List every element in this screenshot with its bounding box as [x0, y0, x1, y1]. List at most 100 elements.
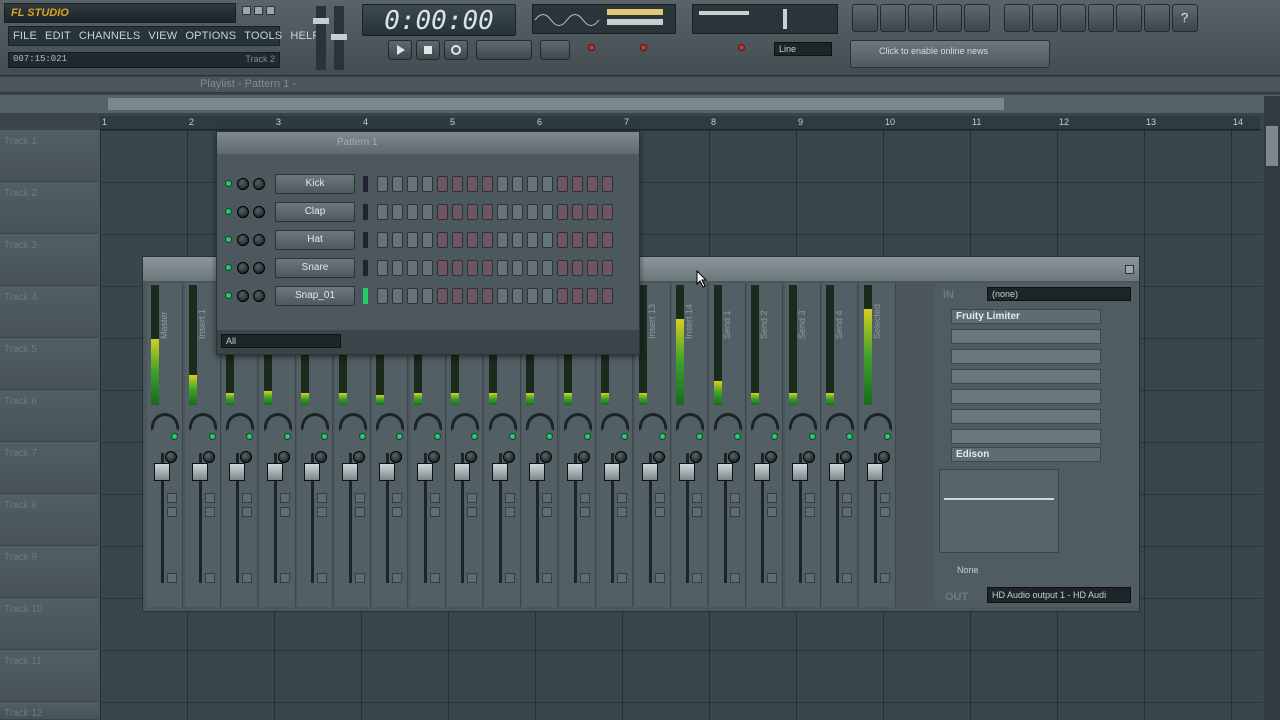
mixer-strip[interactable]: Send 3	[784, 283, 821, 607]
route-button[interactable]	[504, 507, 515, 517]
step-button[interactable]	[452, 288, 463, 304]
pattern-song-toggle[interactable]	[476, 40, 532, 60]
route-button[interactable]	[542, 507, 552, 517]
pan-knob[interactable]	[826, 413, 854, 431]
menu-tools[interactable]: TOOLS	[240, 27, 286, 45]
channel-enable-led[interactable]	[225, 208, 232, 215]
track-header[interactable]: Track 8	[0, 494, 98, 546]
route-button[interactable]	[617, 493, 627, 503]
mixer-strip-master[interactable]: Master	[147, 283, 183, 607]
step-button[interactable]	[557, 260, 568, 276]
volume-fader-handle[interactable]	[829, 463, 845, 481]
step-button[interactable]	[542, 204, 553, 220]
pan-knob[interactable]	[488, 413, 517, 431]
volume-fader-handle[interactable]	[379, 463, 395, 481]
step-button[interactable]	[572, 288, 583, 304]
step-button[interactable]	[407, 204, 418, 220]
step-button[interactable]	[377, 260, 388, 276]
volume-fader-handle[interactable]	[341, 463, 358, 481]
step-button[interactable]	[437, 204, 448, 220]
maximize-icon[interactable]	[254, 6, 263, 15]
step-button[interactable]	[527, 232, 538, 248]
send-button[interactable]	[654, 573, 665, 583]
route-button[interactable]	[879, 507, 890, 517]
track-header[interactable]: Track 5	[0, 338, 98, 390]
channel-pan-knob[interactable]	[237, 234, 249, 246]
step-button[interactable]	[527, 204, 538, 220]
volume-fader-handle[interactable]	[716, 463, 733, 481]
step-button[interactable]	[437, 232, 448, 248]
send-button[interactable]	[167, 573, 177, 583]
enable-led[interactable]	[358, 433, 366, 440]
pan-knob[interactable]	[188, 413, 217, 431]
route-button[interactable]	[279, 493, 290, 503]
stereo-knob[interactable]	[352, 451, 365, 463]
fx-slot[interactable]	[951, 429, 1101, 444]
stereo-knob[interactable]	[577, 451, 590, 463]
send-button[interactable]	[617, 573, 627, 583]
volume-fader-handle[interactable]	[416, 463, 433, 481]
fx-slot[interactable]: Fruity Limiter	[951, 309, 1101, 324]
enable-led[interactable]	[771, 433, 778, 440]
menu-channels[interactable]: CHANNELS	[75, 27, 145, 45]
step-button[interactable]	[437, 260, 448, 276]
channel-enable-led[interactable]	[225, 236, 232, 243]
pan-knob[interactable]	[413, 413, 442, 431]
step-button[interactable]	[557, 176, 568, 192]
step-button[interactable]	[392, 204, 403, 220]
send-button[interactable]	[354, 573, 365, 583]
send-button[interactable]	[242, 573, 252, 583]
channel-volume-knob[interactable]	[253, 262, 265, 274]
step-button[interactable]	[452, 260, 463, 276]
step-button[interactable]	[512, 232, 523, 248]
menu-options[interactable]: OPTIONS	[181, 27, 240, 45]
vertical-scrollbar[interactable]	[1264, 96, 1280, 720]
enable-led[interactable]	[283, 433, 291, 440]
step-button[interactable]	[452, 176, 463, 192]
mixer-strip[interactable]: Send 4	[822, 283, 858, 607]
stereo-knob[interactable]	[802, 451, 815, 463]
step-button[interactable]	[497, 232, 508, 248]
track-header[interactable]: Track 2	[0, 182, 98, 234]
pan-knob[interactable]	[226, 413, 254, 431]
route-button[interactable]	[354, 493, 365, 503]
step-button[interactable]	[452, 232, 463, 248]
route-button[interactable]	[392, 507, 402, 517]
pan-knob[interactable]	[863, 413, 892, 431]
channel-pan-knob[interactable]	[237, 290, 249, 302]
step-button[interactable]	[572, 176, 583, 192]
channel-pan-knob[interactable]	[237, 178, 249, 190]
route-button[interactable]	[804, 507, 815, 517]
menu-file[interactable]: FILE	[9, 27, 41, 45]
step-button[interactable]	[422, 288, 433, 304]
render-button[interactable]	[1060, 4, 1086, 32]
stereo-knob[interactable]	[765, 451, 777, 463]
route-button[interactable]	[542, 493, 552, 503]
browser-window-button[interactable]	[936, 4, 962, 32]
pan-knob[interactable]	[263, 413, 292, 431]
step-button[interactable]	[497, 176, 508, 192]
step-button[interactable]	[602, 232, 613, 248]
stereo-knob[interactable]	[165, 451, 177, 463]
route-button[interactable]	[167, 493, 177, 503]
channel-volume-knob[interactable]	[253, 206, 265, 218]
step-button[interactable]	[497, 260, 508, 276]
channel-filter-select[interactable]: All	[221, 334, 341, 348]
stereo-knob[interactable]	[877, 451, 890, 463]
pan-knob[interactable]	[301, 413, 329, 431]
step-button[interactable]	[467, 176, 478, 192]
step-button[interactable]	[542, 260, 553, 276]
channel-pan-knob[interactable]	[237, 262, 249, 274]
step-button[interactable]	[572, 232, 583, 248]
enable-led[interactable]	[621, 433, 628, 440]
step-button[interactable]	[482, 204, 493, 220]
track-header[interactable]: Track 10	[0, 598, 98, 650]
enable-led[interactable]	[733, 433, 741, 440]
step-button[interactable]	[392, 176, 403, 192]
route-button[interactable]	[692, 493, 702, 503]
volume-fader-handle[interactable]	[754, 463, 770, 481]
mixer-strip[interactable]: Send 1	[709, 283, 746, 607]
enable-led[interactable]	[808, 433, 816, 440]
mixer-strip[interactable]: Selected	[859, 283, 896, 607]
track-header[interactable]: Track 9	[0, 546, 98, 598]
